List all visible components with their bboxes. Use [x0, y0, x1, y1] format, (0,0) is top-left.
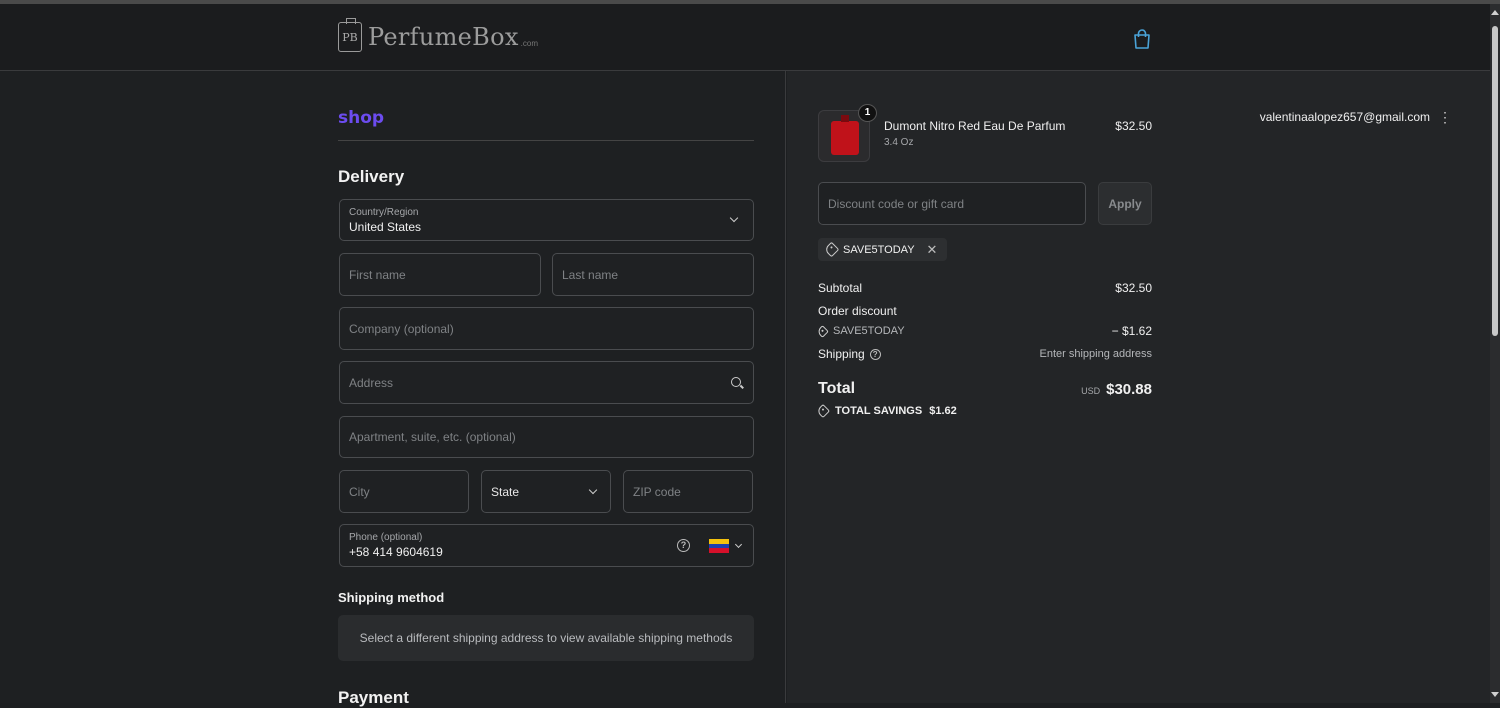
tag-icon — [815, 403, 831, 419]
subtotal-value: $32.50 — [1115, 281, 1152, 295]
account-email-text: valentinaalopez657@gmail.com — [1259, 110, 1430, 124]
chevron-down-icon — [734, 540, 743, 549]
last-name-input[interactable]: Last name — [552, 253, 754, 296]
savings-value: $1.62 — [929, 405, 957, 417]
account-email: valentinaalopez657@gmail.com ⋮ — [1260, 110, 1452, 124]
perfume-bottle-image — [831, 115, 859, 155]
phone-input[interactable]: Phone (optional) +58 414 9604619 ? — [339, 524, 754, 567]
savings-label: TOTAL SAVINGS — [835, 405, 923, 417]
product-variant: 3.4 Oz — [884, 137, 914, 148]
tag-icon — [823, 241, 840, 258]
first-name-placeholder: First name — [349, 267, 406, 282]
product-name: Dumont Nitro Red Eau De Parfum — [884, 119, 1066, 133]
country-value: United States — [349, 220, 422, 234]
subtotal-label: Subtotal — [818, 281, 863, 295]
account-menu-icon[interactable]: ⋮ — [1438, 110, 1452, 124]
discount-code: SAVE5TODAY — [816, 324, 905, 338]
delivery-heading: Delivery — [338, 167, 405, 186]
total-savings: TOTAL SAVINGS $1.62 — [815, 403, 957, 419]
search-icon — [731, 377, 741, 387]
zip-input[interactable]: ZIP code — [623, 470, 753, 513]
total-label: Total — [818, 380, 856, 397]
shipping-label-group: Shipping ? — [818, 347, 881, 361]
chevron-down-icon — [588, 485, 598, 495]
shipping-label: Shipping — [818, 347, 865, 361]
state-value: State — [491, 484, 520, 499]
currency-code: USD — [1081, 385, 1101, 396]
order-discount-row: Order discount — [818, 304, 1152, 318]
total-value: $30.88 — [1106, 380, 1152, 398]
scroll-down-arrow[interactable] — [1491, 692, 1499, 697]
discount-placeholder: Discount code or gift card — [828, 196, 965, 211]
perfumebox-logo[interactable]: PB PerfumeBox .com — [338, 18, 539, 52]
logo-suffix: .com — [520, 39, 539, 48]
product-price: $32.50 — [1115, 119, 1152, 133]
applied-discount-chip: SAVE5TODAY ✕ — [818, 238, 948, 261]
subtotal-row: Subtotal $32.50 — [818, 281, 1152, 295]
divider — [338, 140, 754, 141]
shipping-row: Shipping ? Enter shipping address — [818, 347, 1152, 361]
shipping-method-notice: Select a different shipping address to v… — [338, 615, 754, 661]
applied-code: SAVE5TODAY — [843, 243, 915, 256]
shopping-bag-icon[interactable] — [1133, 29, 1151, 49]
order-discount-label: Order discount — [818, 304, 897, 318]
scrollbar-thumb[interactable] — [1492, 26, 1498, 336]
site-header: PB PerfumeBox .com — [0, 4, 1490, 71]
remove-discount-icon[interactable]: ✕ — [927, 242, 938, 258]
city-input[interactable]: City — [339, 470, 469, 513]
discount-code-text: SAVE5TODAY — [833, 325, 905, 337]
apartment-input[interactable]: Apartment, suite, etc. (optional) — [339, 416, 754, 458]
help-icon[interactable]: ? — [677, 539, 690, 552]
apartment-placeholder: Apartment, suite, etc. (optional) — [349, 430, 516, 444]
discount-code-input[interactable]: Discount code or gift card — [818, 182, 1086, 225]
venezuela-flag-icon[interactable] — [709, 539, 729, 553]
shipping-value: Enter shipping address — [1039, 348, 1152, 360]
city-placeholder: City — [349, 484, 370, 499]
country-select[interactable]: Country/Region United States — [339, 199, 754, 241]
country-label: Country/Region — [349, 207, 419, 218]
logo-mark: PB — [338, 18, 362, 52]
total-row: Total USD $30.88 — [818, 380, 1152, 398]
shipping-method-heading: Shipping method — [338, 590, 445, 605]
last-name-placeholder: Last name — [562, 267, 619, 282]
chevron-down-icon — [729, 213, 739, 223]
shop-pay-logo[interactable]: shop — [338, 108, 384, 128]
company-input[interactable]: Company (optional) — [339, 307, 754, 350]
address-input[interactable]: Address — [339, 361, 754, 404]
total-amount: USD $30.88 — [1081, 381, 1152, 398]
phone-value: +58 414 9604619 — [349, 545, 443, 559]
discount-code-row: SAVE5TODAY − $1.62 — [816, 324, 1152, 338]
tag-icon — [816, 324, 829, 338]
phone-label: Phone (optional) — [349, 532, 423, 543]
zip-placeholder: ZIP code — [633, 484, 681, 499]
help-icon[interactable]: ? — [869, 348, 881, 360]
page-scrollbar[interactable] — [1490, 4, 1500, 703]
quantity-badge: 1 — [858, 104, 877, 122]
apply-button[interactable]: Apply — [1098, 182, 1152, 225]
discount-value: − $1.62 — [1111, 324, 1152, 338]
logo-text: PerfumeBox — [368, 23, 519, 51]
company-placeholder: Company (optional) — [349, 321, 454, 336]
payment-heading: Payment — [338, 688, 409, 707]
scroll-up-arrow[interactable] — [1491, 10, 1499, 15]
state-select[interactable]: State — [481, 470, 611, 513]
first-name-input[interactable]: First name — [339, 253, 541, 296]
address-placeholder: Address — [349, 375, 394, 390]
